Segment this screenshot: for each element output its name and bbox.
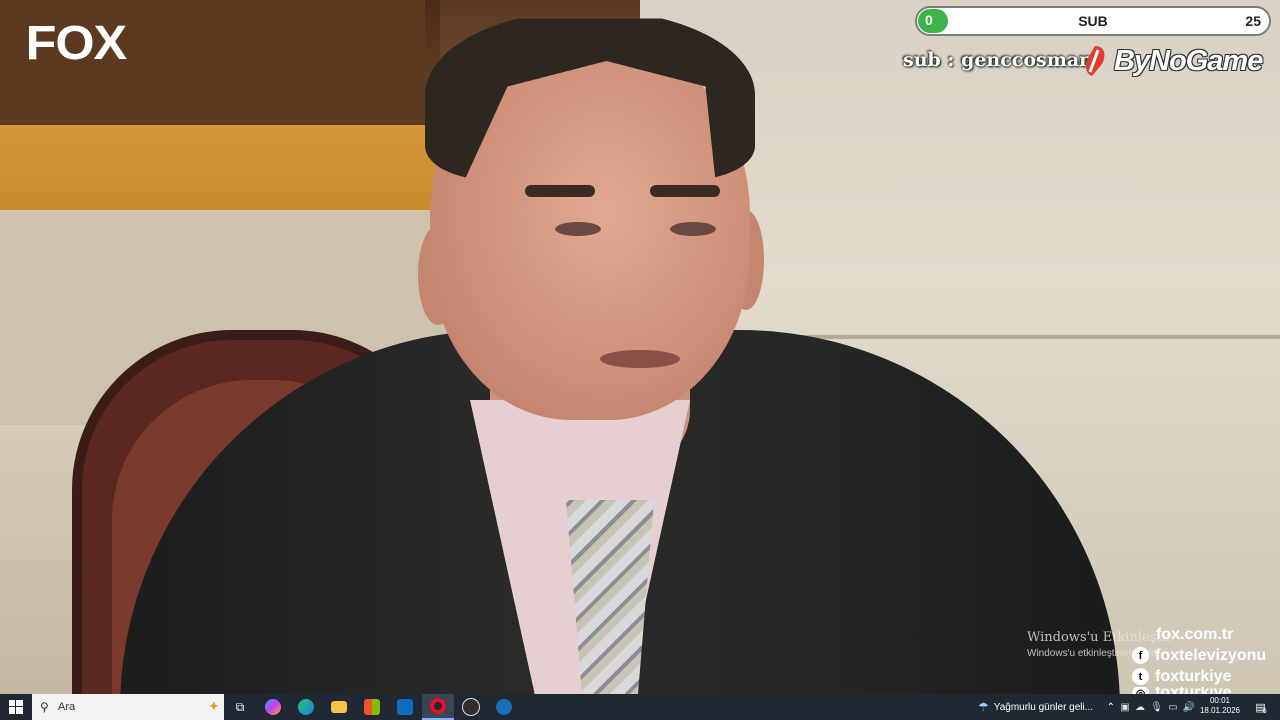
search-placeholder: Ara	[58, 701, 76, 713]
clock[interactable]: 00:01 18.01.2026	[1198, 696, 1242, 716]
clock-date: 18.01.2026	[1199, 706, 1241, 715]
outlook-icon	[397, 699, 413, 715]
social-twitter: t foxturkiye	[1132, 666, 1266, 687]
weather-text: Yağmurlu günler geli...	[993, 701, 1094, 713]
bynogame-icon	[1085, 46, 1105, 76]
weather-widget[interactable]: ☂ Yağmurlu günler geli...	[978, 694, 1098, 720]
twitter-icon: t	[1132, 668, 1149, 685]
network-icon[interactable]: ▭	[1168, 702, 1177, 713]
chevron-up-icon[interactable]: ⌃	[1107, 702, 1115, 713]
task-view-icon: ⧉	[235, 699, 245, 714]
steam-button[interactable]	[488, 694, 520, 720]
file-explorer-button[interactable]	[323, 694, 355, 720]
facebook-icon: f	[1132, 647, 1149, 664]
sponsor-name: ByNoGame	[1114, 44, 1263, 77]
social-links: fox.com.tr f foxtelevizyonu t foxturkiye…	[1132, 624, 1266, 699]
mouth	[600, 350, 680, 368]
rain-umbrella-icon: ☂	[978, 700, 989, 714]
sub-text: sub : genccosman	[903, 49, 1093, 71]
cloud-icon[interactable]: ☁	[1135, 702, 1145, 713]
obs-button[interactable]	[455, 694, 487, 720]
copilot-button[interactable]	[257, 694, 289, 720]
clock-time: 00:01	[1209, 696, 1231, 705]
search-highlight-icon: ✦	[208, 698, 220, 714]
windows-icon	[9, 700, 23, 714]
social-facebook: f foxtelevizyonu	[1132, 645, 1266, 666]
video-frame	[0, 0, 1280, 694]
opera-button[interactable]	[422, 694, 454, 720]
store-icon	[364, 699, 380, 715]
tray-app-icon[interactable]: ▣	[1120, 702, 1129, 713]
fox-logo: FOX	[25, 17, 128, 70]
social-web: fox.com.tr	[1156, 625, 1234, 643]
search-icon: ⚲	[40, 700, 49, 714]
notification-button[interactable]: ▤ 6	[1248, 694, 1274, 720]
store-button[interactable]	[356, 694, 388, 720]
search-box[interactable]: ⚲ Ara ✦	[32, 694, 224, 720]
start-button[interactable]	[0, 694, 32, 720]
system-tray: ⌃ ▣ ☁ 🎙 ▭ 🔊	[1104, 694, 1198, 720]
volume-icon[interactable]: 🔊	[1183, 702, 1195, 713]
sub-goal-target: 25	[1245, 13, 1261, 29]
task-view-button[interactable]: ⧉	[224, 694, 256, 720]
notification-count: 6	[1262, 707, 1267, 715]
obs-icon	[462, 698, 480, 716]
edge-button[interactable]	[290, 694, 322, 720]
copilot-icon	[265, 699, 281, 715]
sub-goal-label: SUB	[1078, 13, 1108, 29]
file-explorer-icon	[331, 701, 347, 713]
sponsor-logo: ByNoGame	[1082, 44, 1263, 78]
outlook-button[interactable]	[389, 694, 421, 720]
sub-goal-bar: 0 SUB 25	[915, 6, 1271, 36]
edge-icon	[298, 699, 314, 715]
microphone-icon[interactable]: 🎙	[1150, 702, 1163, 713]
opera-icon	[430, 698, 446, 714]
taskbar: ⚲ Ara ✦ ⧉ ☂ Yağmurlu günler geli... ⌃ ▣ …	[0, 694, 1280, 720]
steam-icon	[496, 699, 512, 715]
